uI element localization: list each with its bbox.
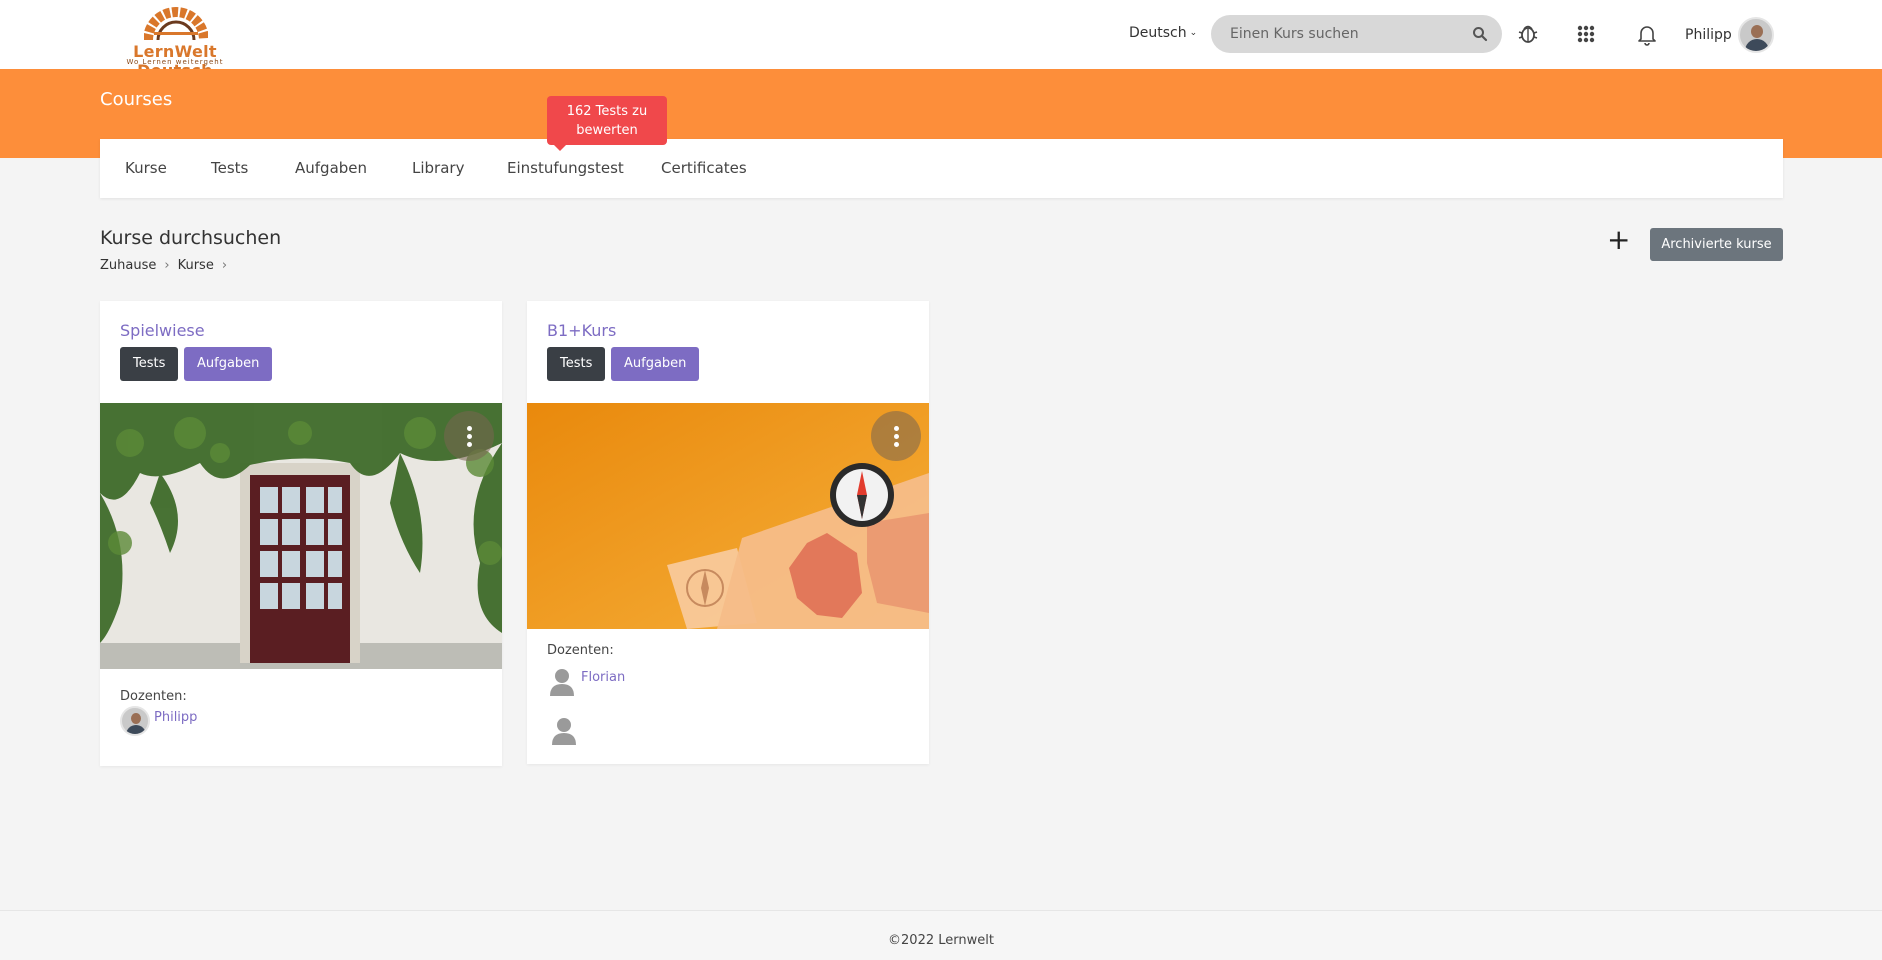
add-course-icon[interactable]: + <box>1607 226 1630 254</box>
search-input[interactable] <box>1230 15 1460 53</box>
tab-certificates[interactable]: Certificates <box>661 159 747 177</box>
user-placeholder-icon <box>550 669 574 696</box>
footer: ©2022 Lernwelt <box>0 910 1882 960</box>
course-search <box>1211 15 1502 53</box>
tab-kurse[interactable]: Kurse <box>125 159 167 177</box>
course-card-b1-kurs: B1+Kurs Tests Aufgaben Dozenten: Florian <box>527 301 929 764</box>
course-image[interactable] <box>527 403 929 629</box>
copyright-text: ©2022 Lernwelt <box>888 933 994 948</box>
banner-title: Courses <box>100 89 173 110</box>
chevron-right-icon: › <box>221 258 228 273</box>
language-selector[interactable]: Deutsch ⌄ <box>1129 25 1197 41</box>
apps-grid-icon[interactable] <box>1573 21 1599 47</box>
bell-icon[interactable] <box>1634 21 1660 47</box>
user-menu[interactable]: Philipp <box>1685 17 1774 53</box>
breadcrumb-item-zuhause[interactable]: Zuhause <box>100 258 156 273</box>
tab-aufgaben[interactable]: Aufgaben <box>295 159 367 177</box>
user-name: Philipp <box>1685 27 1732 43</box>
lecturer-avatar <box>120 706 150 736</box>
tests-button[interactable]: Tests <box>547 347 606 381</box>
tasks-button[interactable]: Aufgaben <box>611 347 700 381</box>
tasks-button[interactable]: Aufgaben <box>184 347 273 381</box>
lecturer-name[interactable]: Florian <box>581 670 625 685</box>
course-options-button[interactable] <box>444 411 494 461</box>
breadcrumb-item-kurse[interactable]: Kurse <box>178 258 214 273</box>
chevron-down-icon: ⌄ <box>1189 28 1198 38</box>
course-tabs: Kurse Tests Aufgaben Library Einstufungs… <box>100 139 1783 198</box>
logo[interactable]: LernWelt Deutsch Wo Lernen weitergeht <box>100 2 250 80</box>
user-placeholder-icon <box>552 718 576 745</box>
breadcrumb: Zuhause › Kurse › <box>100 258 235 273</box>
logo-arch-icon <box>144 7 208 41</box>
door-image-icon <box>100 403 502 669</box>
logo-tagline: Wo Lernen weitergeht <box>126 58 224 66</box>
bug-icon[interactable] <box>1515 21 1541 47</box>
lecturers-label: Dozenten: <box>547 643 614 658</box>
lecturers-label: Dozenten: <box>120 689 187 704</box>
course-title[interactable]: B1+Kurs <box>547 321 616 340</box>
course-title[interactable]: Spielwiese <box>120 321 205 340</box>
course-options-button[interactable] <box>871 411 921 461</box>
tab-tests[interactable]: Tests <box>211 159 248 177</box>
archived-courses-button[interactable]: Archivierte kurse <box>1650 228 1783 261</box>
tab-library[interactable]: Library <box>412 159 464 177</box>
map-compass-image-icon <box>527 403 929 629</box>
chevron-right-icon: › <box>164 258 170 273</box>
course-image[interactable] <box>100 403 502 669</box>
page-title: Kurse durchsuchen <box>100 227 282 249</box>
language-label: Deutsch <box>1129 25 1187 41</box>
course-card-spielwiese: Spielwiese Tests Aufgaben Dozenten: Phil… <box>100 301 502 766</box>
lecturer-name[interactable]: Philipp <box>154 710 197 725</box>
tests-button[interactable]: Tests <box>120 347 179 381</box>
tab-einstufungstest[interactable]: Einstufungstest <box>507 159 624 177</box>
search-icon[interactable] <box>1472 26 1488 42</box>
tests-to-grade-tooltip: 162 Tests zu bewerten <box>547 96 667 151</box>
top-navbar: LernWelt Deutsch Wo Lernen weitergeht De… <box>0 0 1882 80</box>
avatar <box>1737 17 1774 53</box>
